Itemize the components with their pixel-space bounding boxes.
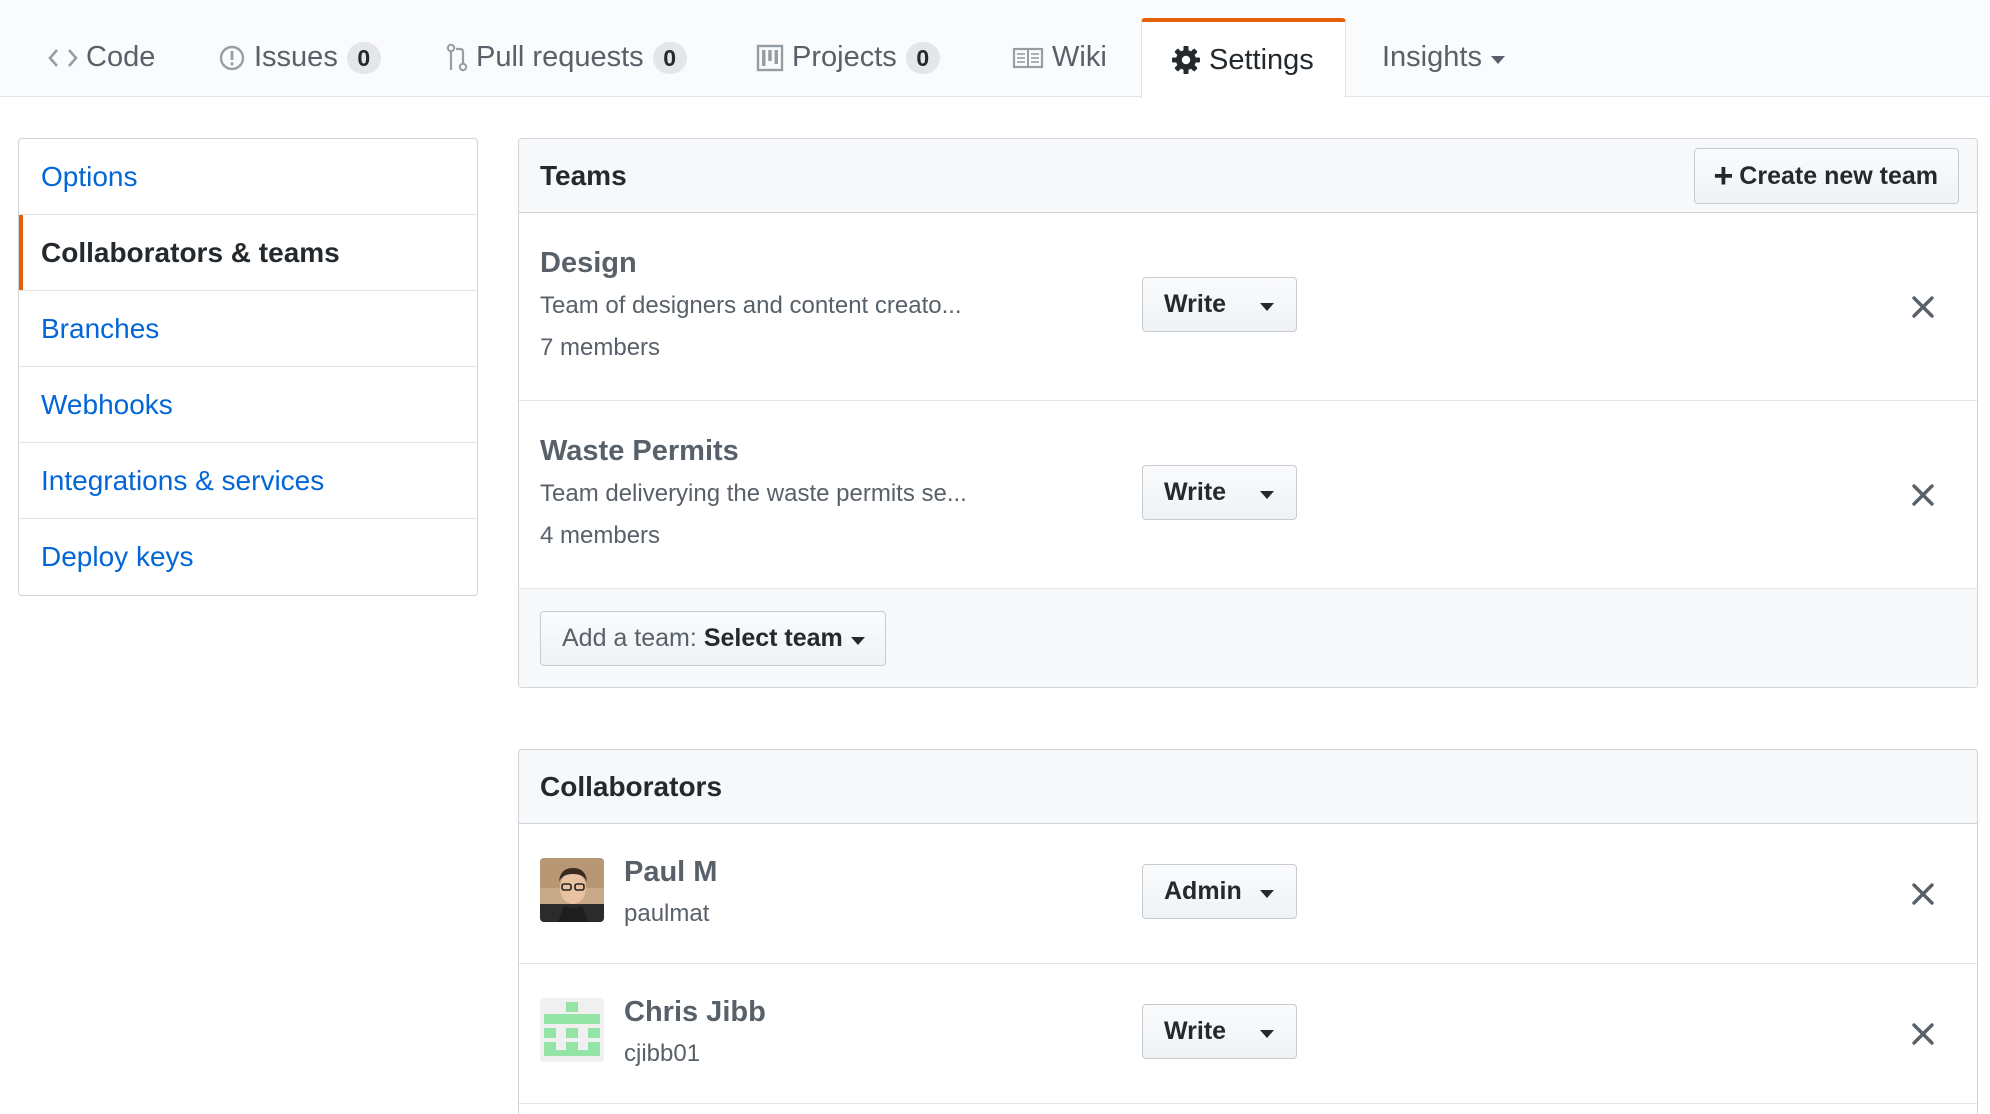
settings-menu: Options Collaborators & teams Branches W… (18, 138, 478, 596)
menu-item-deploy-keys[interactable]: Deploy keys (19, 519, 477, 595)
permission-dropdown[interactable]: Write (1142, 465, 1297, 520)
collaborator-row: Paul M paulmat Admin (519, 824, 1977, 964)
team-description: Team of designers and content creato... (540, 292, 962, 319)
book-icon (1012, 46, 1044, 70)
tab-insights[interactable]: Insights (1382, 18, 1505, 97)
projects-counter: 0 (905, 41, 940, 74)
permission-dropdown[interactable]: Admin (1142, 864, 1297, 919)
teams-box: Teams + Create new team Design Team of d… (518, 138, 1978, 688)
collaborator-login: cjibb01 (624, 1040, 701, 1067)
tab-label: Projects (792, 41, 897, 73)
team-row: Design Team of designers and content cre… (519, 213, 1977, 401)
team-member-count: 7 members (540, 334, 661, 361)
permission-label: Write (1164, 290, 1227, 318)
close-icon[interactable] (1909, 1020, 1937, 1048)
pull-request-icon (446, 43, 468, 73)
permission-label: Admin (1164, 877, 1242, 905)
tab-label: Issues (254, 41, 338, 73)
avatar[interactable] (540, 858, 604, 922)
tab-label: Insights (1382, 41, 1482, 73)
close-icon[interactable] (1909, 880, 1937, 908)
team-member-count: 4 members (540, 522, 661, 549)
chevron-down-icon (1490, 55, 1505, 64)
close-icon[interactable] (1909, 481, 1937, 509)
close-icon[interactable] (1909, 293, 1937, 321)
gear-icon (1171, 45, 1201, 75)
team-name[interactable]: Design (540, 247, 637, 280)
menu-item-label: Collaborators & teams (41, 236, 340, 268)
team-description: Team deliverying the waste permits se... (540, 480, 967, 507)
permission-label: Write (1164, 478, 1227, 506)
permission-dropdown[interactable]: Write (1142, 1004, 1297, 1059)
select-team-label: Select team (703, 624, 843, 652)
collaborator-name[interactable]: Paul M (624, 856, 717, 889)
menu-item-collaborators-teams[interactable]: Collaborators & teams (19, 215, 477, 291)
menu-item-label: Webhooks (41, 388, 173, 420)
team-row: Waste Permits Team deliverying the waste… (519, 401, 1977, 589)
issues-counter: 0 (346, 41, 381, 74)
tab-label: Pull requests (476, 41, 644, 73)
collaborator-login: paulmat (624, 900, 710, 927)
create-new-team-label: Create new team (1739, 161, 1938, 190)
create-new-team-button[interactable]: + Create new team (1694, 148, 1959, 204)
tab-issues[interactable]: Issues 0 (218, 18, 381, 97)
tab-label: Wiki (1052, 41, 1107, 73)
menu-item-branches[interactable]: Branches (19, 291, 477, 367)
teams-title: Teams (540, 159, 627, 191)
collaborators-header: Collaborators (519, 750, 1977, 824)
add-team-label: Add a team: (562, 624, 697, 652)
permission-dropdown[interactable]: Write (1142, 277, 1297, 332)
tab-projects[interactable]: Projects 0 (756, 18, 940, 97)
menu-item-label: Options (41, 160, 138, 192)
tab-label: Code (86, 41, 156, 73)
collaborators-box: Collaborators Paul M paulmat Admin Chris… (518, 749, 1978, 1114)
repo-tabnav: Code Issues 0 Pull requests 0 Projects 0… (0, 0, 1990, 98)
tab-label: Settings (1209, 43, 1314, 76)
menu-item-integrations-services[interactable]: Integrations & services (19, 443, 477, 519)
tab-code[interactable]: Code (48, 18, 155, 97)
tab-wiki[interactable]: Wiki (1012, 18, 1107, 97)
chevron-down-icon (850, 636, 865, 645)
permission-label: Write (1164, 1017, 1227, 1045)
photo-avatar (540, 858, 604, 922)
plus-icon: + (1713, 157, 1734, 195)
menu-item-label: Deploy keys (41, 541, 194, 572)
chevron-down-icon (1260, 1029, 1274, 1038)
teams-header: Teams + Create new team (519, 139, 1977, 213)
collaborator-row: Chris Jibb cjibb01 Write (519, 964, 1977, 1104)
chevron-down-icon (1260, 302, 1274, 311)
collaborator-name[interactable]: Chris Jibb (624, 996, 766, 1029)
menu-item-webhooks[interactable]: Webhooks (19, 367, 477, 443)
menu-item-label: Branches (41, 312, 160, 344)
tab-pull-requests[interactable]: Pull requests 0 (446, 18, 687, 97)
menu-item-options[interactable]: Options (19, 139, 477, 215)
pull-requests-counter: 0 (652, 41, 687, 74)
tab-settings[interactable]: Settings (1141, 18, 1346, 98)
chevron-down-icon (1260, 490, 1274, 499)
team-name[interactable]: Waste Permits (540, 435, 739, 468)
code-icon (48, 47, 78, 69)
collaborators-title: Collaborators (540, 770, 723, 802)
chevron-down-icon (1260, 889, 1274, 898)
identicon-avatar (540, 998, 604, 1062)
menu-item-label: Integrations & services (41, 464, 325, 496)
project-icon (756, 44, 784, 72)
select-team-dropdown[interactable]: Add a team: Select team (540, 611, 886, 666)
issue-icon (218, 44, 246, 72)
add-team-footer: Add a team: Select team (519, 589, 1977, 687)
avatar[interactable] (540, 998, 604, 1062)
